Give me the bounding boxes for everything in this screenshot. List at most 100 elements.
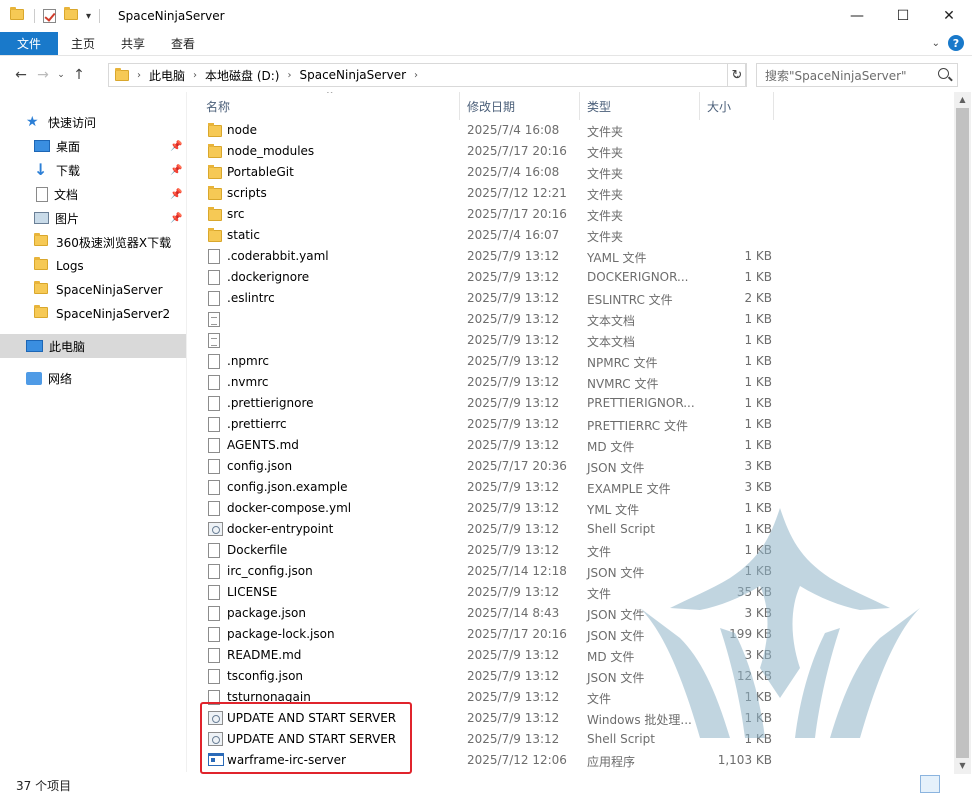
- file-row[interactable]: tsconfig.json 2025/7/9 13:12 JSON 文件 12 KB: [190, 666, 954, 687]
- tab-home[interactable]: 主页: [58, 32, 108, 55]
- file-row[interactable]: UPDATE AND START SERVER 2025/7/9 13:12 Win…: [190, 708, 954, 729]
- file-size: 1 KB: [744, 354, 772, 368]
- file-row[interactable]: config.json.example 2025/7/9 13:12 EXAMPLE…: [190, 477, 954, 498]
- file-row[interactable]: node 2025/7/4 16:08 文件夹: [190, 120, 954, 141]
- new-folder-icon[interactable]: [64, 7, 80, 23]
- column-header-name[interactable]: 名称: [206, 92, 230, 120]
- search-input[interactable]: 搜索"SpaceNinjaServer": [756, 63, 958, 87]
- tab-file[interactable]: 文件: [0, 32, 58, 55]
- breadcrumb-chevron[interactable]: ›: [193, 70, 197, 81]
- file-row[interactable]: node_modules 2025/7/17 20:16 文件夹: [190, 141, 954, 162]
- file-row[interactable]: LICENSE 2025/7/9 13:12 文件 35 KB: [190, 582, 954, 603]
- folder-icon: [10, 7, 26, 23]
- column-header-type[interactable]: 类型: [587, 92, 611, 120]
- file-row[interactable]: tsturnonagain 2025/7/9 13:12 文件 1 KB: [190, 687, 954, 708]
- file-size: 12 KB: [736, 669, 772, 683]
- nav-item-this-pc[interactable]: 此电脑: [0, 334, 186, 358]
- nav-item-network[interactable]: 网络: [0, 366, 186, 390]
- file-row[interactable]: scripts 2025/7/12 12:21 文件夹: [190, 183, 954, 204]
- file-size: 3 KB: [744, 459, 772, 473]
- nav-item-downloads[interactable]: ↓ 下载 📌: [0, 158, 186, 182]
- close-button[interactable]: ✕: [926, 0, 972, 32]
- file-row[interactable]: Dockerfile 2025/7/9 13:12 文件 1 KB: [190, 540, 954, 561]
- nav-quick-access[interactable]: ★ 快速访问: [0, 110, 186, 134]
- refresh-icon[interactable]: ↻: [727, 63, 747, 87]
- file-row[interactable]: .prettierrc 2025/7/9 13:12 PRETTIERRC 文件 1 …: [190, 414, 954, 435]
- nav-item-recent-folder[interactable]: 360极速浏览器X下载: [0, 230, 186, 254]
- file-row[interactable]: PortableGit 2025/7/4 16:08 文件夹: [190, 162, 954, 183]
- file-row[interactable]: UPDATE AND START SERVER 2025/7/9 13:12 She…: [190, 729, 954, 750]
- nav-label: 快速访问: [48, 115, 97, 130]
- maximize-button[interactable]: ☐: [880, 0, 926, 32]
- breadcrumb-this-pc[interactable]: 此电脑: [149, 67, 185, 84]
- file-row[interactable]: irc_config.json 2025/7/14 12:18 JSON 文件 1 K…: [190, 561, 954, 582]
- scroll-thumb[interactable]: [956, 108, 969, 758]
- properties-icon[interactable]: [43, 9, 56, 23]
- file-row[interactable]: config.json 2025/7/17 20:36 JSON 文件 3 KB: [190, 456, 954, 477]
- file-name: README.md: [227, 648, 302, 662]
- file-row[interactable]: .dockerignore 2025/7/9 13:12 DOCKERIGNOR..…: [190, 267, 954, 288]
- file-date: 2025/7/9 13:12: [467, 291, 560, 305]
- folder-icon: [208, 165, 222, 179]
- column-divider[interactable]: [773, 92, 774, 120]
- column-divider[interactable]: [579, 92, 580, 120]
- breadcrumb-chevron[interactable]: ›: [287, 70, 291, 81]
- nav-item-recent-folder[interactable]: SpaceNinjaServer2: [0, 302, 186, 326]
- file-row[interactable]: .npmrc 2025/7/9 13:12 NPMRC 文件 1 KB: [190, 351, 954, 372]
- breadcrumb-folder[interactable]: SpaceNinjaServer: [299, 68, 406, 82]
- nav-item-documents[interactable]: 文档 📌: [0, 182, 186, 206]
- file-size: 1 KB: [744, 690, 772, 704]
- scroll-down-icon[interactable]: ▼: [954, 758, 971, 774]
- file-type: MD 文件: [587, 650, 635, 664]
- file-row[interactable]: .prettierignore 2025/7/9 13:12 PRETTIERIGN…: [190, 393, 954, 414]
- column-divider[interactable]: [459, 92, 460, 120]
- file-name: src: [227, 207, 245, 221]
- file-date: 2025/7/9 13:12: [467, 354, 560, 368]
- help-icon[interactable]: ?: [948, 35, 964, 51]
- file-row[interactable]: .coderabbit.yaml 2025/7/9 13:12 YAML 文件 1 K…: [190, 246, 954, 267]
- file-row[interactable]: 2025/7/9 13:12 文本文档 1 KB: [190, 330, 954, 351]
- file-row[interactable]: README.md 2025/7/9 13:12 MD 文件 3 KB: [190, 645, 954, 666]
- file-type: 文件夹: [587, 188, 624, 202]
- forward-arrow-icon[interactable]: →: [32, 67, 54, 83]
- file-size: 1 KB: [744, 564, 772, 578]
- customize-toolbar-dropdown[interactable]: ▾: [86, 11, 91, 22]
- breadcrumb-chevron[interactable]: ›: [414, 70, 418, 81]
- nav-item-pictures[interactable]: 图片 📌: [0, 206, 186, 230]
- breadcrumb-drive[interactable]: 本地磁盘 (D:): [205, 67, 279, 84]
- file-row[interactable]: docker-compose.yml 2025/7/9 13:12 YML 文件 1 …: [190, 498, 954, 519]
- address-row: ← → ⌄ ↑ › 此电脑 › 本地磁盘 (D:) › SpaceNinjaSe…: [0, 61, 972, 89]
- file-name: UPDATE AND START SERVER: [227, 732, 397, 746]
- download-icon: ↓: [34, 160, 48, 179]
- back-arrow-icon[interactable]: ←: [10, 67, 32, 83]
- recent-locations-dropdown[interactable]: ⌄: [54, 70, 68, 80]
- minimize-button[interactable]: —: [834, 0, 880, 32]
- expand-ribbon-icon[interactable]: ⌄: [932, 38, 940, 49]
- file-row[interactable]: package-lock.json 2025/7/17 20:16 JSON 文件 1…: [190, 624, 954, 645]
- file-row[interactable]: .eslintrc 2025/7/9 13:12 ESLINTRC 文件 2 KB: [190, 288, 954, 309]
- column-divider[interactable]: [699, 92, 700, 120]
- tab-view[interactable]: 查看: [158, 32, 208, 55]
- file-row[interactable]: package.json 2025/7/14 8:43 JSON 文件 3 KB: [190, 603, 954, 624]
- column-header-date[interactable]: 修改日期: [467, 92, 515, 120]
- file-row[interactable]: docker-entrypoint 2025/7/9 13:12 Shell Scr…: [190, 519, 954, 540]
- large-icons-view-icon[interactable]: [942, 775, 962, 793]
- details-view-icon[interactable]: [920, 775, 940, 793]
- file-row[interactable]: 2025/7/9 13:12 文本文档 1 KB: [190, 309, 954, 330]
- up-arrow-icon[interactable]: ↑: [68, 67, 90, 83]
- pane-splitter[interactable]: [186, 92, 187, 772]
- nav-item-recent-folder[interactable]: Logs: [0, 254, 186, 278]
- file-row[interactable]: .nvmrc 2025/7/9 13:12 NVMRC 文件 1 KB: [190, 372, 954, 393]
- file-row[interactable]: static 2025/7/4 16:07 文件夹: [190, 225, 954, 246]
- address-bar[interactable]: › 此电脑 › 本地磁盘 (D:) › SpaceNinjaServer › ⌄: [108, 63, 746, 87]
- nav-item-recent-folder[interactable]: SpaceNinjaServer: [0, 278, 186, 302]
- file-row[interactable]: src 2025/7/17 20:16 文件夹: [190, 204, 954, 225]
- scroll-up-icon[interactable]: ▲: [954, 92, 971, 108]
- vertical-scrollbar[interactable]: ▲ ▼: [954, 92, 971, 774]
- column-header-size[interactable]: 大小: [707, 92, 731, 120]
- file-row[interactable]: warframe-irc-server 2025/7/12 12:06 应用程序 1,…: [190, 750, 954, 771]
- nav-item-desktop[interactable]: 桌面 📌: [0, 134, 186, 158]
- tab-share[interactable]: 共享: [108, 32, 158, 55]
- file-row[interactable]: AGENTS.md 2025/7/9 13:12 MD 文件 1 KB: [190, 435, 954, 456]
- file-type: 文件: [587, 692, 612, 706]
